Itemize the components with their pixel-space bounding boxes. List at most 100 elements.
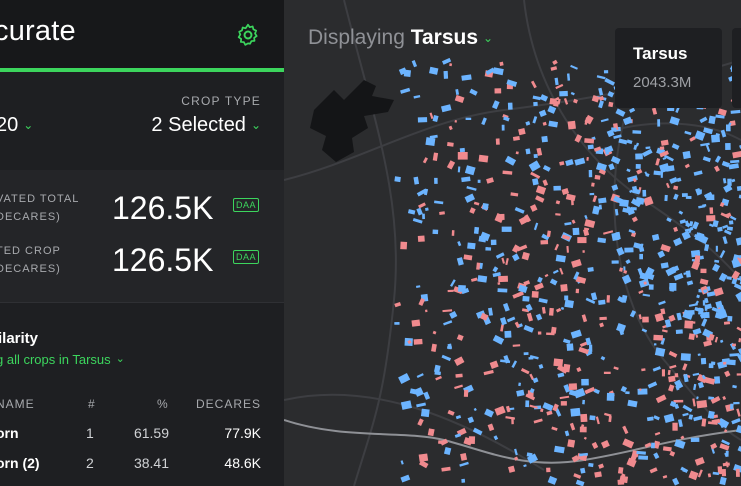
crop-field [566, 73, 571, 81]
crop-field [530, 80, 537, 89]
table-row[interactable]: orn (2) 2 38.41 48.6K [0, 455, 284, 483]
crop-field [726, 226, 733, 231]
crop-field [427, 428, 435, 437]
crop-field [455, 89, 460, 95]
crop-field [454, 433, 461, 438]
table-row[interactable]: orn 1 61.59 77.9K [0, 425, 284, 453]
crop-field [570, 329, 582, 339]
crop-field [553, 185, 561, 191]
crop-field [461, 478, 466, 483]
crop-field [673, 193, 679, 201]
crop-field [688, 414, 694, 420]
crop-field [447, 142, 454, 147]
crop-field [550, 66, 558, 71]
crop-field [413, 176, 420, 185]
crop-field [503, 116, 510, 122]
crop-type-select[interactable]: 2 Selected ⌄ [151, 114, 261, 137]
crop-field [541, 135, 548, 143]
crop-field [661, 369, 665, 377]
similarity-scope-link[interactable]: g all crops in Tarsus ⌄ [0, 352, 125, 367]
crop-field [473, 407, 477, 412]
crop-field [581, 314, 588, 323]
column-header-decares[interactable]: DECARES [196, 397, 261, 411]
crop-field [516, 244, 528, 252]
crop-field [699, 278, 709, 286]
crop-field [447, 409, 455, 416]
crop-field [695, 187, 702, 196]
crop-field [638, 290, 644, 294]
gear-icon[interactable] [235, 22, 261, 48]
crop-field [504, 155, 517, 166]
crop-field [553, 358, 564, 367]
crop-field [714, 259, 720, 263]
location-selector[interactable]: Displaying Tarsus ⌄ [308, 26, 493, 50]
crop-decares: 48.6K [224, 455, 261, 471]
crop-field [417, 117, 428, 123]
crop-field [645, 146, 651, 150]
crop-field [697, 381, 705, 389]
crop-field [456, 334, 464, 341]
crop-field [568, 383, 578, 391]
crop-field [702, 156, 711, 163]
crop-field [416, 373, 424, 379]
crop-field [542, 164, 551, 172]
year-select[interactable]: 20 ⌄ [0, 114, 33, 137]
column-header-num[interactable]: # [88, 397, 96, 411]
crop-field [534, 282, 544, 291]
crop-field [562, 338, 571, 344]
crop-field [512, 344, 521, 347]
crop-field [694, 457, 705, 466]
crop-field [722, 178, 727, 184]
crop-field [653, 343, 657, 346]
crop-field [454, 384, 463, 390]
crop-field [502, 302, 510, 312]
crop-field [697, 469, 703, 478]
crop-field [571, 259, 582, 268]
crop-field [674, 373, 679, 378]
crop-field [701, 311, 710, 319]
column-header-name[interactable]: NAME [0, 397, 35, 411]
crop-field [448, 125, 453, 131]
crop-field [467, 242, 476, 250]
crop-field [407, 209, 416, 215]
crop-field [554, 243, 560, 251]
crop-field [615, 108, 626, 117]
crop-field [400, 460, 404, 465]
crop-field [443, 447, 452, 456]
crop-field [417, 235, 425, 242]
crop-field [697, 353, 701, 356]
crop-field [651, 233, 660, 241]
crop-field [552, 269, 559, 275]
column-header-pct[interactable]: % [157, 397, 169, 411]
crop-field [669, 450, 676, 457]
crop-field [625, 391, 630, 395]
displaying-label: Displaying [308, 26, 405, 49]
crop-field [684, 220, 689, 225]
crop-field [704, 304, 708, 311]
divider [0, 302, 284, 303]
crop-field [662, 157, 667, 160]
crop-field [564, 221, 572, 226]
crop-field [477, 179, 481, 183]
crop-field [642, 148, 653, 157]
crop-field [492, 67, 504, 76]
crop-field [523, 324, 534, 333]
crop-field [525, 121, 531, 126]
crop-field [671, 143, 680, 150]
crop-field [574, 157, 586, 166]
crop-field [482, 203, 489, 211]
crop-field [714, 165, 720, 172]
crop-field [606, 392, 615, 401]
crop-field [522, 295, 530, 302]
crop-field [422, 157, 428, 164]
crop-field [560, 306, 565, 311]
crop-field [455, 373, 463, 378]
crop-field [672, 477, 680, 486]
crop-field [438, 440, 443, 445]
crop-field [413, 338, 423, 345]
crop-field [489, 360, 499, 370]
crop-field [718, 272, 728, 282]
crop-field [486, 177, 494, 184]
crop-field [463, 254, 473, 261]
map-view[interactable]: Displaying Tarsus ⌄ Tarsus 2043.3M [284, 0, 741, 486]
